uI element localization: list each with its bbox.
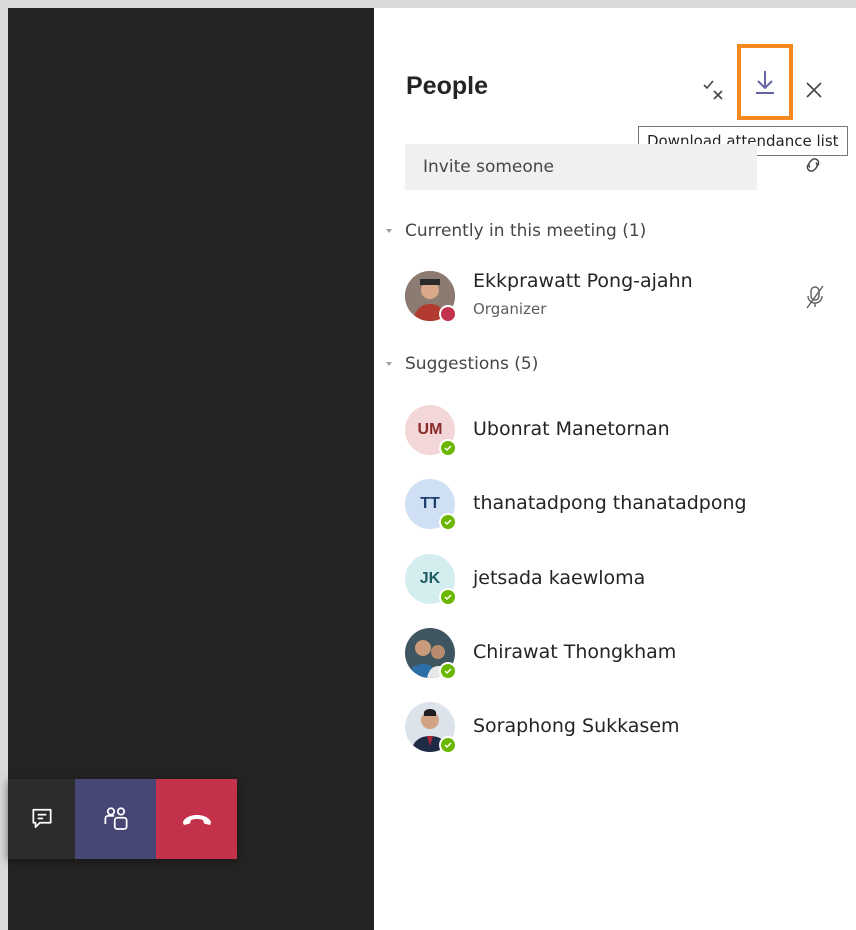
mic-muted-icon	[800, 282, 830, 312]
suggestion-row[interactable]: UM Ubonrat Manetornan	[374, 402, 856, 458]
caret-down-icon	[380, 227, 398, 235]
participants-button[interactable]	[75, 779, 156, 859]
link-icon	[806, 158, 820, 172]
suggestion-row[interactable]: TT thanatadpong thanatadpong	[374, 476, 856, 532]
suggestion-name: Ubonrat Manetornan	[473, 418, 670, 440]
available-status-icon	[439, 736, 457, 754]
avatar: TT	[405, 479, 457, 531]
available-status-icon	[439, 662, 457, 680]
people-panel: People Download attendance list Currentl…	[374, 8, 856, 930]
download-attendance-button[interactable]	[737, 44, 793, 120]
check-cross-icon	[703, 80, 723, 100]
invite-input[interactable]	[405, 144, 757, 190]
chat-icon	[31, 808, 52, 828]
available-status-icon	[439, 588, 457, 606]
section-current-toggle[interactable]: Currently in this meeting (1)	[380, 216, 646, 246]
close-icon	[806, 82, 822, 98]
avatar: UM	[405, 405, 457, 457]
suggestion-name: thanatadpong thanatadpong	[473, 492, 747, 514]
mark-attendance-button[interactable]	[696, 72, 732, 108]
suggestion-name: Soraphong Sukkasem	[473, 715, 680, 737]
copy-link-button[interactable]	[798, 150, 828, 180]
avatar: JK	[405, 554, 457, 606]
participant-name: Ekkprawatt Pong-ajahn	[473, 270, 693, 292]
download-icon	[756, 71, 774, 94]
suggestion-name: Chirawat Thongkham	[473, 641, 677, 663]
suggestion-row[interactable]: Soraphong Sukkasem	[374, 699, 856, 755]
section-suggestions-label: Suggestions (5)	[405, 354, 539, 374]
hang-up-button[interactable]	[156, 779, 237, 859]
busy-status-icon	[439, 305, 457, 323]
avatar	[405, 628, 457, 680]
suggestion-row[interactable]: JK jetsada kaewloma	[374, 551, 856, 607]
hang-up-icon	[182, 815, 211, 825]
avatar	[405, 271, 457, 323]
available-status-icon	[439, 439, 457, 457]
section-current-label: Currently in this meeting (1)	[405, 221, 647, 241]
available-status-icon	[439, 513, 457, 531]
avatar	[405, 702, 457, 754]
suggestion-row[interactable]: Chirawat Thongkham	[374, 625, 856, 681]
meeting-toolbar	[8, 779, 237, 859]
section-suggestions-toggle[interactable]: Suggestions (5)	[380, 349, 538, 379]
panel-title: People	[406, 72, 488, 100]
caret-down-icon	[380, 360, 398, 368]
chat-button[interactable]	[8, 779, 75, 859]
participant-row[interactable]: Ekkprawatt Pong-ajahn Organizer	[374, 266, 856, 326]
close-panel-button[interactable]	[798, 72, 830, 108]
suggestion-name: jetsada kaewloma	[473, 567, 646, 589]
people-icon	[104, 807, 127, 830]
participant-role: Organizer	[473, 300, 547, 318]
